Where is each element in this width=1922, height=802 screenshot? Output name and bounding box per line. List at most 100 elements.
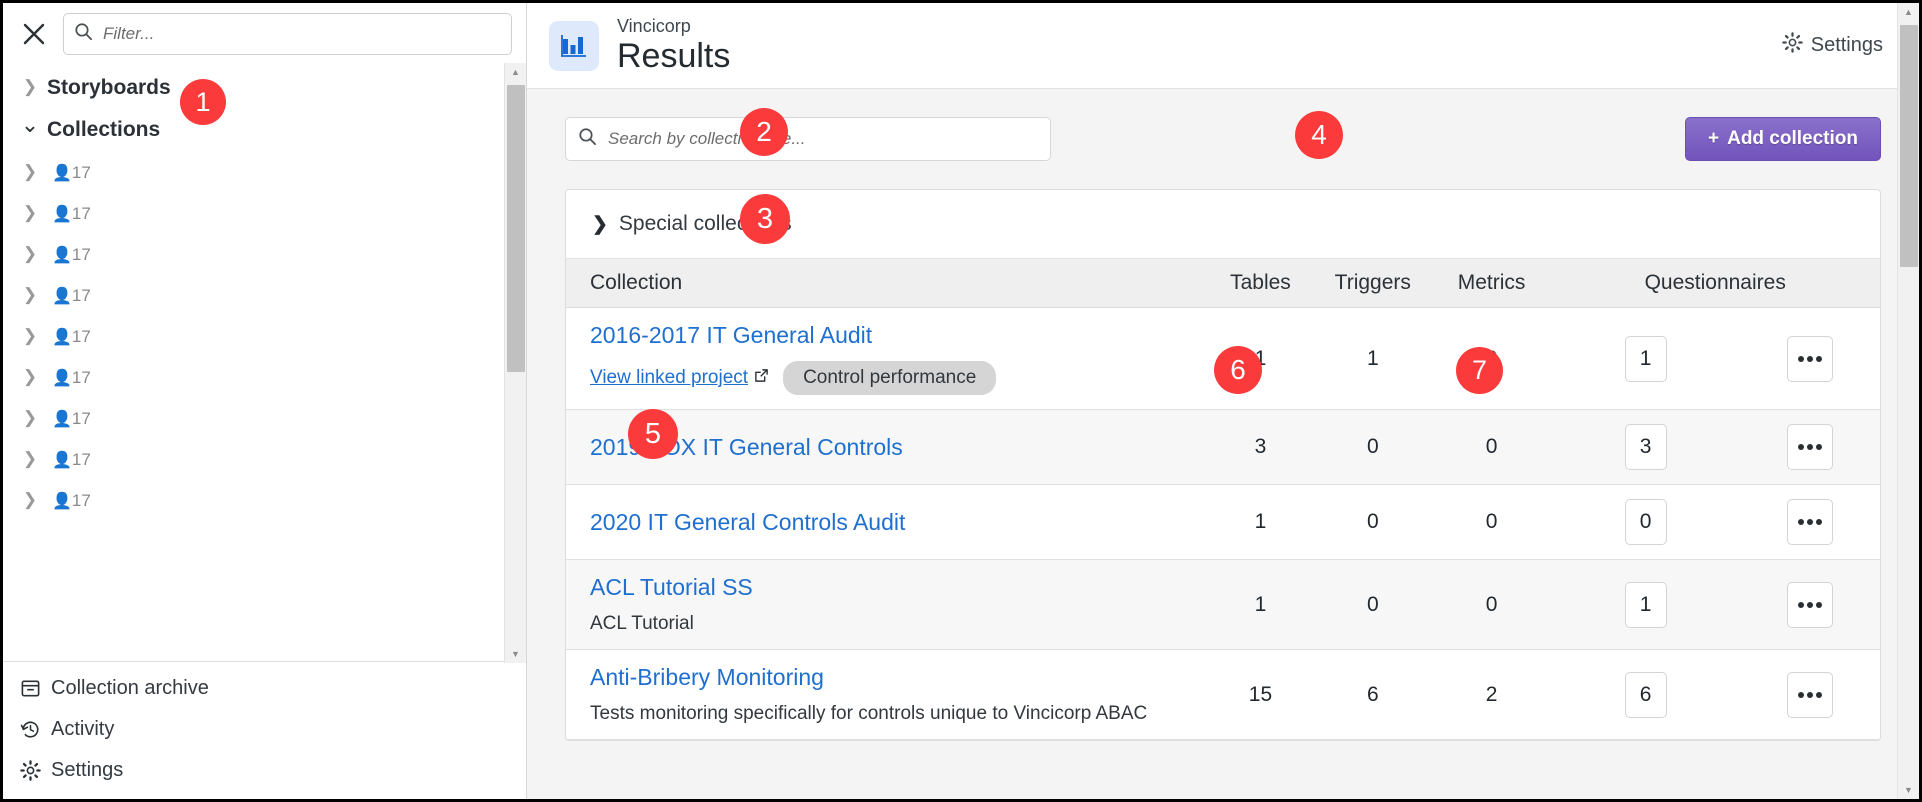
sidebar-user-count-value: 17 <box>72 491 91 510</box>
sidebar-tree-item[interactable]: ❯ 👤17 <box>3 439 492 480</box>
chevron-right-icon[interactable]: ❯ <box>19 365 41 389</box>
sidebar-tree-item[interactable]: ❯ 👤17 <box>3 316 492 357</box>
sidebar-collection-tree: ❯Storyboards⌄Collections❯ 👤17❯ 👤17❯ 👤17❯… <box>3 67 526 521</box>
ellipsis-icon[interactable] <box>1787 672 1833 718</box>
column-header-questionnaires[interactable]: Questionnaires <box>1550 259 1880 308</box>
chevron-right-icon[interactable]: ❯ <box>19 242 41 266</box>
triangle-down-icon[interactable]: ▼ <box>505 645 527 663</box>
column-header-triggers[interactable]: Triggers <box>1313 259 1433 308</box>
cell-triggers: 1 <box>1313 308 1433 410</box>
cell-collection-name: Anti-Bribery Monitoring Tests monitoring … <box>566 650 1208 740</box>
cell-triggers: 0 <box>1313 560 1433 650</box>
sidebar-tree-item[interactable]: ❯ 👤17 <box>3 275 492 316</box>
cell-metrics: 2 <box>1433 650 1551 740</box>
sidebar-user-count: 👤17 <box>52 204 91 223</box>
questionnaires-count-badge[interactable]: 3 <box>1625 424 1667 470</box>
table-row: Anti-Bribery Monitoring Tests monitoring … <box>566 650 1880 740</box>
cell-metrics: 0 <box>1433 308 1551 410</box>
collection-link[interactable]: 2020 IT General Controls Audit <box>590 509 905 536</box>
sidebar-tree-item-label: 👤17 <box>47 283 91 308</box>
cell-tables: 15 <box>1208 650 1313 740</box>
ellipsis-icon[interactable] <box>1787 336 1833 382</box>
bar-chart-logo-icon <box>549 21 599 71</box>
cell-tables: 1 <box>1208 485 1313 560</box>
column-header-collection[interactable]: Collection <box>566 259 1208 308</box>
chevron-right-icon[interactable]: ❯ <box>19 160 41 184</box>
view-linked-project-label: View linked project <box>590 367 748 389</box>
questionnaires-count-badge[interactable]: 0 <box>1625 499 1667 545</box>
sidebar-tree-item[interactable]: ❯ 👤17 <box>3 357 492 398</box>
collection-link[interactable]: ACL Tutorial SS <box>590 574 753 601</box>
chevron-right-icon[interactable]: ❯ <box>19 488 41 512</box>
sidebar-tree-item[interactable]: ⌄Collections <box>3 109 492 151</box>
questionnaires-count-badge[interactable]: 1 <box>1625 336 1667 382</box>
ellipsis-icon[interactable] <box>1787 424 1833 470</box>
collection-search-wrapper[interactable] <box>565 117 1051 161</box>
sidebar-nav-activity[interactable]: Activity <box>3 709 526 750</box>
view-linked-project-link[interactable]: View linked project <box>590 367 769 389</box>
gear-icon <box>1782 32 1803 59</box>
chevron-right-icon[interactable]: ❯ <box>19 447 41 471</box>
special-collections-toggle[interactable]: ❯ Special collections <box>566 190 1880 259</box>
cell-row-actions <box>1741 410 1880 485</box>
chevron-right-icon[interactable]: ❯ <box>19 75 41 99</box>
sidebar-scrollbar-thumb[interactable] <box>507 85 525 372</box>
sidebar-user-count: 👤17 <box>52 163 91 182</box>
chevron-right-icon[interactable]: ❯ <box>19 406 41 430</box>
chevron-down-icon[interactable]: ⌄ <box>19 117 41 133</box>
sidebar-tree-item[interactable]: ❯ 👤17 <box>3 152 492 193</box>
sidebar-user-count: 👤17 <box>52 245 91 264</box>
collection-description: ACL Tutorial <box>590 613 1208 635</box>
collections-table: Collection Tables Triggers Metrics Quest… <box>566 259 1880 740</box>
main-scrollbar-thumb[interactable] <box>1900 25 1918 267</box>
table-body: 2016-2017 IT General Audit View linked pr… <box>566 308 1880 740</box>
sidebar-tree-item-label: 👤17 <box>47 365 91 390</box>
cell-collection-name: 2019 SOX IT General Controls <box>566 410 1208 485</box>
cell-row-actions <box>1741 485 1880 560</box>
cell-tables: 1 <box>1208 308 1313 410</box>
ellipsis-icon[interactable] <box>1787 582 1833 628</box>
sidebar-top-bar <box>3 3 526 63</box>
main-panel: Vincicorp Results Settin <box>527 3 1919 799</box>
filter-input[interactable] <box>101 23 501 45</box>
add-collection-button[interactable]: + Add collection <box>1685 117 1881 161</box>
cell-collection-name: 2016-2017 IT General Audit View linked pr… <box>566 308 1208 410</box>
cell-metrics: 0 <box>1433 485 1551 560</box>
sidebar-tree-item[interactable]: ❯ 👤17 <box>3 234 492 275</box>
chevron-right-icon[interactable]: ❯ <box>19 201 41 225</box>
sidebar-nav-settings[interactable]: Settings <box>3 750 526 791</box>
triangle-up-icon[interactable]: ▲ <box>1898 3 1920 21</box>
cell-questionnaires: 0 <box>1550 485 1740 560</box>
collection-description: Tests monitoring specifically for contro… <box>590 703 1208 725</box>
questionnaires-count-badge[interactable]: 1 <box>1625 582 1667 628</box>
main-scrollbar[interactable]: ▲ ▼ <box>1897 3 1919 799</box>
table-row: 2020 IT General Controls Audit1000 <box>566 485 1880 560</box>
cell-triggers: 0 <box>1313 410 1433 485</box>
triangle-up-icon[interactable]: ▲ <box>505 63 527 81</box>
sidebar-tree-item[interactable]: ❯ 👤17 <box>3 193 492 234</box>
toolbar: + Add collection <box>565 117 1881 161</box>
sidebar-scrollbar[interactable]: ▲ ▼ <box>504 63 526 663</box>
close-icon[interactable] <box>17 17 51 51</box>
column-header-tables[interactable]: Tables <box>1208 259 1313 308</box>
cell-questionnaires: 1 <box>1550 308 1740 410</box>
cell-metrics: 0 <box>1433 410 1551 485</box>
chevron-right-icon[interactable]: ❯ <box>19 283 41 307</box>
sidebar-tree-item[interactable]: ❯ 👤17 <box>3 480 492 521</box>
collection-link[interactable]: 2016-2017 IT General Audit <box>590 322 872 349</box>
archive-icon <box>19 678 41 700</box>
column-header-metrics[interactable]: Metrics <box>1433 259 1551 308</box>
collection-link[interactable]: Anti-Bribery Monitoring <box>590 664 824 691</box>
sidebar-nav-collection-archive[interactable]: Collection archive <box>3 668 526 709</box>
header-settings-button[interactable]: Settings <box>1782 32 1883 59</box>
collection-search-input[interactable] <box>606 128 1038 150</box>
collection-link[interactable]: 2019 SOX IT General Controls <box>590 434 903 461</box>
sidebar-tree-item[interactable]: ❯Storyboards <box>3 67 492 109</box>
triangle-down-icon[interactable]: ▼ <box>1898 781 1920 799</box>
sidebar-tree-item-label: 👤17 <box>47 447 91 472</box>
chevron-right-icon[interactable]: ❯ <box>19 324 41 348</box>
sidebar-tree-item[interactable]: ❯ 👤17 <box>3 398 492 439</box>
filter-input-wrapper[interactable] <box>63 13 512 55</box>
questionnaires-count-badge[interactable]: 6 <box>1625 672 1667 718</box>
ellipsis-icon[interactable] <box>1787 499 1833 545</box>
